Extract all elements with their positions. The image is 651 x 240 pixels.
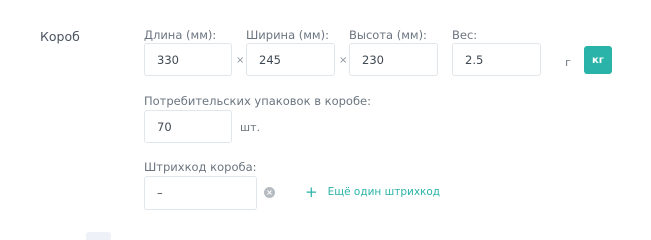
- width-label: Ширина (мм):: [246, 28, 329, 42]
- height-label: Высота (мм):: [349, 28, 427, 42]
- add-barcode-label: Ещё один штрихкод: [327, 186, 441, 198]
- section-title: Короб: [40, 29, 80, 44]
- packages-label: Потребительских упаковок в коробе:: [144, 94, 371, 108]
- length-input[interactable]: 330: [144, 43, 232, 76]
- times-separator: ×: [339, 55, 348, 66]
- height-input[interactable]: 230: [349, 43, 438, 76]
- unit-grams-button[interactable]: г: [560, 56, 576, 69]
- length-label: Длина (мм):: [144, 28, 217, 42]
- barcode-label: Штрихкод короба:: [144, 160, 257, 174]
- plus-icon: +: [305, 183, 318, 201]
- packages-input[interactable]: 70: [144, 110, 232, 143]
- clear-barcode-icon[interactable]: ×: [264, 187, 275, 198]
- packages-unit: шт.: [240, 121, 260, 134]
- times-separator: ×: [236, 55, 245, 66]
- weight-label: Вес:: [452, 28, 478, 42]
- unit-kilograms-button[interactable]: кг: [584, 46, 612, 74]
- bottom-stub: [86, 232, 111, 240]
- barcode-input[interactable]: –: [144, 176, 257, 210]
- width-input[interactable]: 245: [246, 43, 335, 76]
- add-barcode-link[interactable]: + Ещё один штрихкод: [305, 183, 441, 201]
- weight-input[interactable]: 2.5: [452, 43, 541, 76]
